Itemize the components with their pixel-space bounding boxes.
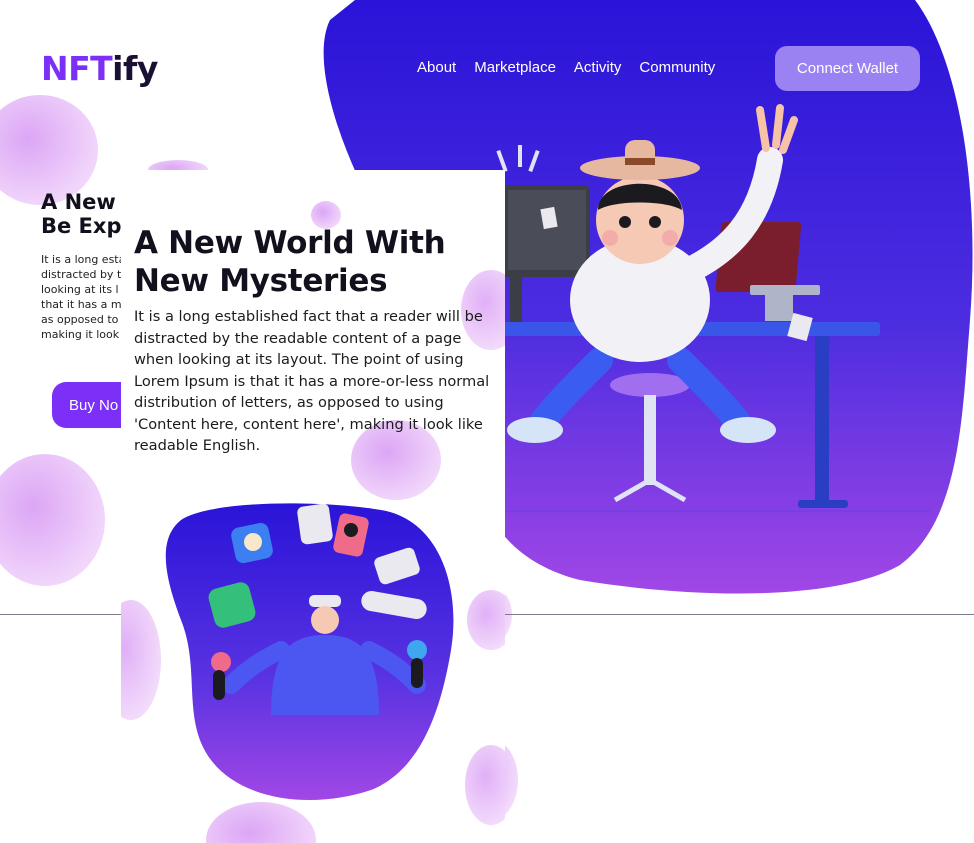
decor-bubble [0,454,105,586]
decor-bubble [0,95,98,205]
paragraph-line: looking at its l [41,283,119,296]
mobile-preview-card: A New World With New Mysteries It is a l… [121,170,505,843]
nav-item-activity[interactable]: Activity [574,59,622,76]
connect-wallet-button[interactable]: Connect Wallet [775,46,920,91]
decor-bubble [121,600,161,720]
logo-text-main: NFT [41,49,113,88]
nav-item-about[interactable]: About [417,59,456,76]
decor-bubble [206,802,316,843]
image-app-icon [297,503,333,545]
paragraph-line: making it look [41,328,120,341]
paragraph-line: distracted by t [41,268,122,281]
decor-bubble [467,590,505,650]
nav-item-marketplace[interactable]: Marketplace [474,59,556,76]
nav-item-community[interactable]: Community [639,59,715,76]
decor-bubble [465,745,505,825]
logo-text-accent: ify [112,49,158,88]
paragraph-line: It is a long esta [41,253,126,266]
mobile-hero-title: A New World With New Mysteries [134,225,446,299]
hero-illustration-desk-character [490,104,930,512]
paragraph-line: that it has a m [41,298,122,311]
brand-logo[interactable]: NFTify [41,49,158,88]
mobile-hero-paragraph: It is a long established fact that a rea… [134,308,490,454]
page: NFTify About Marketplace Activity Commun… [0,0,974,843]
desktop-hero-paragraph: It is a long esta distracted by t lookin… [41,252,126,342]
main-nav: About Marketplace Activity Community [417,59,715,76]
paragraph-line: as opposed to [41,313,119,326]
